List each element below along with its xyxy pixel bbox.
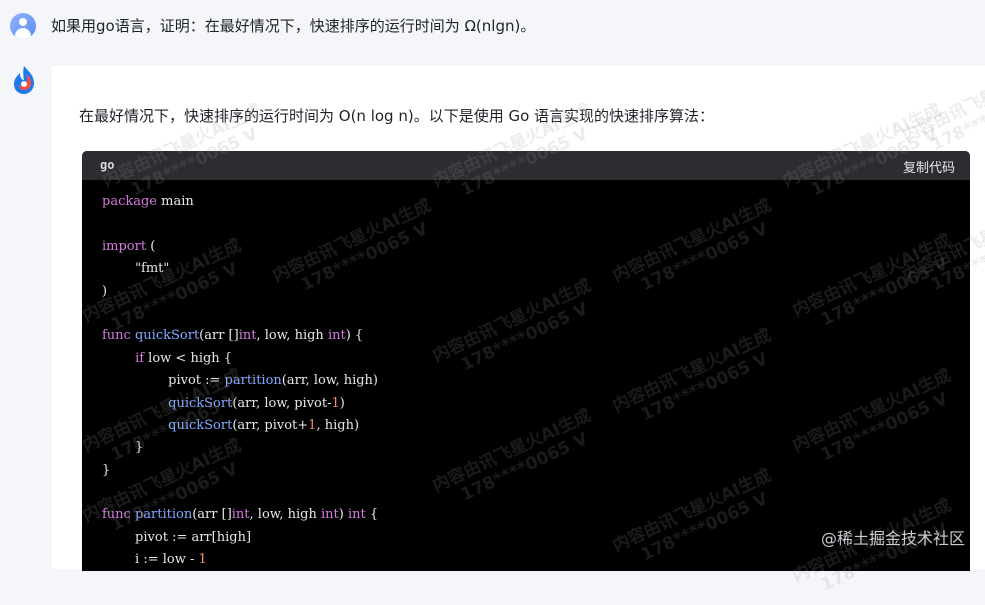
code-line: }: [102, 462, 111, 478]
code-block: go 复制代码 package main ​ import ( "fmt") ​ fun…: [82, 151, 970, 571]
spark-logo-icon: [10, 64, 38, 96]
answer-intro: 在最好情况下，快速排序的运行时间为 O(n log n)。以下是使用 Go 语言…: [79, 107, 715, 125]
code-line: quickSort(arr, pivot+1, high): [168, 417, 360, 433]
code-line: "fmt": [135, 261, 170, 277]
code-line: ​: [102, 213, 970, 235]
code-line: pivot := partition(arr, low, high): [102, 373, 378, 389]
user-avatar: [10, 13, 36, 39]
code-language-label: go: [100, 158, 115, 172]
code-line: ): [102, 283, 108, 299]
site-watermark: @稀土掘金技术社区: [820, 529, 965, 548]
code-line: import (: [102, 238, 156, 254]
code-line: i := low - 1: [102, 552, 207, 568]
question-text: 如果用go语言，证明：在最好情况下，快速排序的运行时间为 Ω(nlgn)。: [51, 17, 536, 35]
code-line: package main: [102, 194, 194, 209]
code-line: func quickSort(arr []int, low, high int)…: [102, 328, 364, 344]
code-header: go 复制代码: [82, 151, 970, 180]
question-row: 如果用go语言，证明：在最好情况下，快速排序的运行时间为 Ω(nlgn)。: [0, 0, 985, 60]
code-line: if low < high {: [135, 350, 233, 366]
code-line: func partition(arr []int, low, high int)…: [102, 507, 379, 523]
code-line: }: [102, 440, 144, 456]
code-body: package main ​ import ( "fmt") ​ func quickS…: [82, 180, 970, 571]
code-line: ​: [102, 482, 970, 504]
code-line: quickSort(arr, low, pivot-1): [168, 395, 345, 411]
answer-card: 在最好情况下，快速排序的运行时间为 O(n log n)。以下是使用 Go 语言…: [52, 66, 985, 571]
code-line: ​: [102, 303, 970, 325]
copy-code-button[interactable]: 复制代码: [903, 157, 955, 176]
